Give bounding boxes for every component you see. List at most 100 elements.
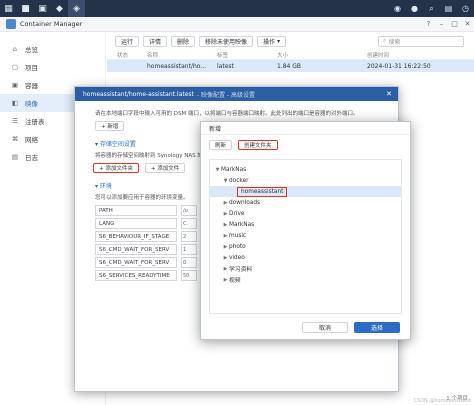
registry-icon: ☰ [12, 117, 18, 125]
sidebar-item-label: 容器 [25, 82, 38, 90]
tree-item[interactable]: ▼ MarkNas [210, 164, 401, 175]
env-value-input[interactable]: 1 [181, 244, 197, 255]
sidebar-item-label: 映像 [25, 100, 38, 108]
cell-created: 2024-01-31 16:22:50 [367, 62, 431, 70]
grid-icon[interactable]: ▤ [440, 0, 457, 17]
tree-item-label: homeassistant [237, 186, 288, 197]
env-key-input[interactable]: PATH [95, 205, 177, 216]
details-button[interactable]: 详情 [143, 35, 168, 47]
port-description: 请在本地端口字段中输入可用的 DSM 端口，以将端口与容器端口映射。此处列出的端… [95, 111, 359, 117]
maximize-icon[interactable]: □ [448, 20, 461, 28]
env-key-input[interactable]: S6_CMD_WAIT_FOR_SERV [95, 244, 177, 255]
tree-item[interactable]: ▶ 视频 [210, 274, 401, 285]
sidebar-item-overview[interactable]: ⌂ 总览 [0, 40, 105, 58]
chevron-down-icon[interactable]: ▼ [214, 167, 221, 173]
toolbar: 运行 详情 删除 移除未使用映像 操作 ▾ ⌕ 搜索 [107, 32, 474, 50]
tree-item-label: 视频 [229, 278, 241, 284]
tree-item[interactable]: ▼ docker [210, 175, 401, 186]
sidebar-item-project[interactable]: ▢ 项目 [0, 58, 105, 76]
add-port-button[interactable]: + 新增 [95, 121, 125, 131]
env-section-label: 环境 [99, 183, 112, 190]
env-key-input[interactable]: LANG [95, 218, 177, 229]
search-input[interactable]: ⌕ 搜索 [378, 35, 464, 47]
network-icon: ⌘ [11, 135, 19, 143]
sidebar-item-label: 网络 [25, 136, 38, 144]
chevron-right-icon[interactable]: ▶ [222, 211, 229, 217]
table-row[interactable]: homeassistant/ho... latest 1.84 GB 2024-… [107, 60, 474, 72]
env-key-input[interactable]: S6_CMD_WAIT_FOR_SERV [95, 257, 177, 268]
tree-item-label: docker [229, 177, 249, 184]
apps-grid-icon[interactable]: ▦ [0, 0, 17, 17]
tree-item[interactable]: ▶ 学习资料 [210, 263, 401, 274]
chevron-right-icon[interactable]: ▶ [222, 233, 229, 239]
user-icon[interactable]: ● [406, 0, 423, 17]
env-value-input[interactable]: 2 [181, 231, 197, 242]
env-key-input[interactable]: S6_SERVICES_READYTIME [95, 270, 177, 281]
picker-footer: 取消 选择 [302, 322, 400, 333]
col-created: 创建时间 [367, 52, 390, 59]
app-3-icon[interactable]: ▣ [34, 0, 51, 17]
delete-button[interactable]: 删除 [171, 35, 196, 47]
tree-item-label: music [229, 232, 247, 239]
folder-picker-dialog: 新增 刷新 创建文件夹 ▼ MarkNas ▼ docker homeassista… [200, 121, 411, 340]
tree-item-label: MarkNas [229, 221, 255, 228]
app-2-icon[interactable]: ■ [17, 0, 34, 17]
tree-item-label: MarkNas [221, 166, 247, 173]
tree-item-selected[interactable]: homeassistant [210, 186, 401, 197]
chevron-down-icon[interactable]: ▼ [222, 178, 229, 184]
add-folder-button[interactable]: + 添加文件夹 [93, 163, 139, 173]
tree-item[interactable]: ▶ MarkNas [210, 219, 401, 230]
tree-item[interactable]: ▶ downloads [210, 197, 401, 208]
env-value-input[interactable]: 0 [181, 257, 197, 268]
run-button[interactable]: 运行 [115, 35, 140, 47]
overview-icon: ⌂ [12, 45, 18, 53]
chat-icon[interactable]: ◉ [389, 0, 406, 17]
cancel-button[interactable]: 取消 [302, 322, 348, 333]
chevron-right-icon[interactable]: ▶ [222, 266, 229, 272]
chevron-right-icon[interactable]: ▶ [222, 277, 229, 283]
dialog-title: homeassistant/home-assistant:latest [83, 90, 194, 98]
refresh-button[interactable]: 刷新 [209, 140, 233, 150]
app-logo-icon [6, 19, 16, 29]
cell-size: 1.84 GB [277, 62, 302, 70]
chevron-right-icon[interactable]: ▶ [222, 200, 229, 206]
picker-toolbar: 刷新 创建文件夹 [201, 135, 410, 155]
tree-item-label: 学习资料 [229, 267, 253, 273]
tree-item[interactable]: ▶ music [210, 230, 401, 241]
search-icon[interactable]: ⌕ [423, 0, 440, 17]
window-titlebar: Container Manager ? – □ ✕ [0, 17, 474, 32]
chevron-right-icon[interactable]: ▶ [222, 255, 229, 261]
env-key-input[interactable]: S6_BEHAVIOUR_IF_STAGE [95, 231, 177, 242]
tree-item-label: downloads [229, 199, 261, 206]
help-icon[interactable]: ? [422, 20, 435, 28]
tree-item[interactable]: ▶ video [210, 252, 401, 263]
env-value-input[interactable]: /u [181, 205, 197, 216]
add-file-button[interactable]: + 添加文件 [144, 163, 186, 173]
clock-icon[interactable]: ◷ [457, 0, 474, 17]
sidebar-item-label: 注册表 [25, 118, 45, 126]
taskbar: ▦ ■ ▣ ◆ ◈ ◉ ● ⌕ ▤ ◷ [0, 0, 474, 17]
project-icon: ▢ [11, 63, 19, 71]
cell-tag: latest [217, 62, 234, 70]
col-tag: 标签 [217, 52, 229, 59]
storage-section-label: 存储空间设置 [99, 141, 136, 148]
remove-unused-button[interactable]: 移除未使用映像 [199, 35, 254, 47]
action-dropdown[interactable]: 操作 ▾ [257, 35, 287, 47]
close-icon[interactable]: ✕ [461, 20, 474, 28]
tree-item-label: video [229, 254, 245, 261]
tree-item[interactable]: ▶ photo [210, 241, 401, 252]
create-folder-button[interactable]: 创建文件夹 [238, 140, 278, 150]
select-button[interactable]: 选择 [354, 322, 400, 333]
tree-item-label: Drive [229, 210, 245, 217]
tree-item[interactable]: ▶ Drive [210, 208, 401, 219]
chevron-right-icon[interactable]: ▶ [222, 244, 229, 250]
env-value-input[interactable]: C. [181, 218, 197, 229]
watermark: CSDN @homeassistant [413, 398, 471, 404]
env-value-input[interactable]: 50 [181, 270, 197, 281]
container-manager-icon[interactable]: ◈ [68, 0, 85, 17]
close-icon[interactable]: ✕ [386, 90, 392, 98]
chevron-right-icon[interactable]: ▶ [222, 222, 229, 228]
sidebar-item-label: 总览 [25, 46, 38, 54]
app-4-icon[interactable]: ◆ [51, 0, 68, 17]
minimize-icon[interactable]: – [435, 20, 448, 28]
